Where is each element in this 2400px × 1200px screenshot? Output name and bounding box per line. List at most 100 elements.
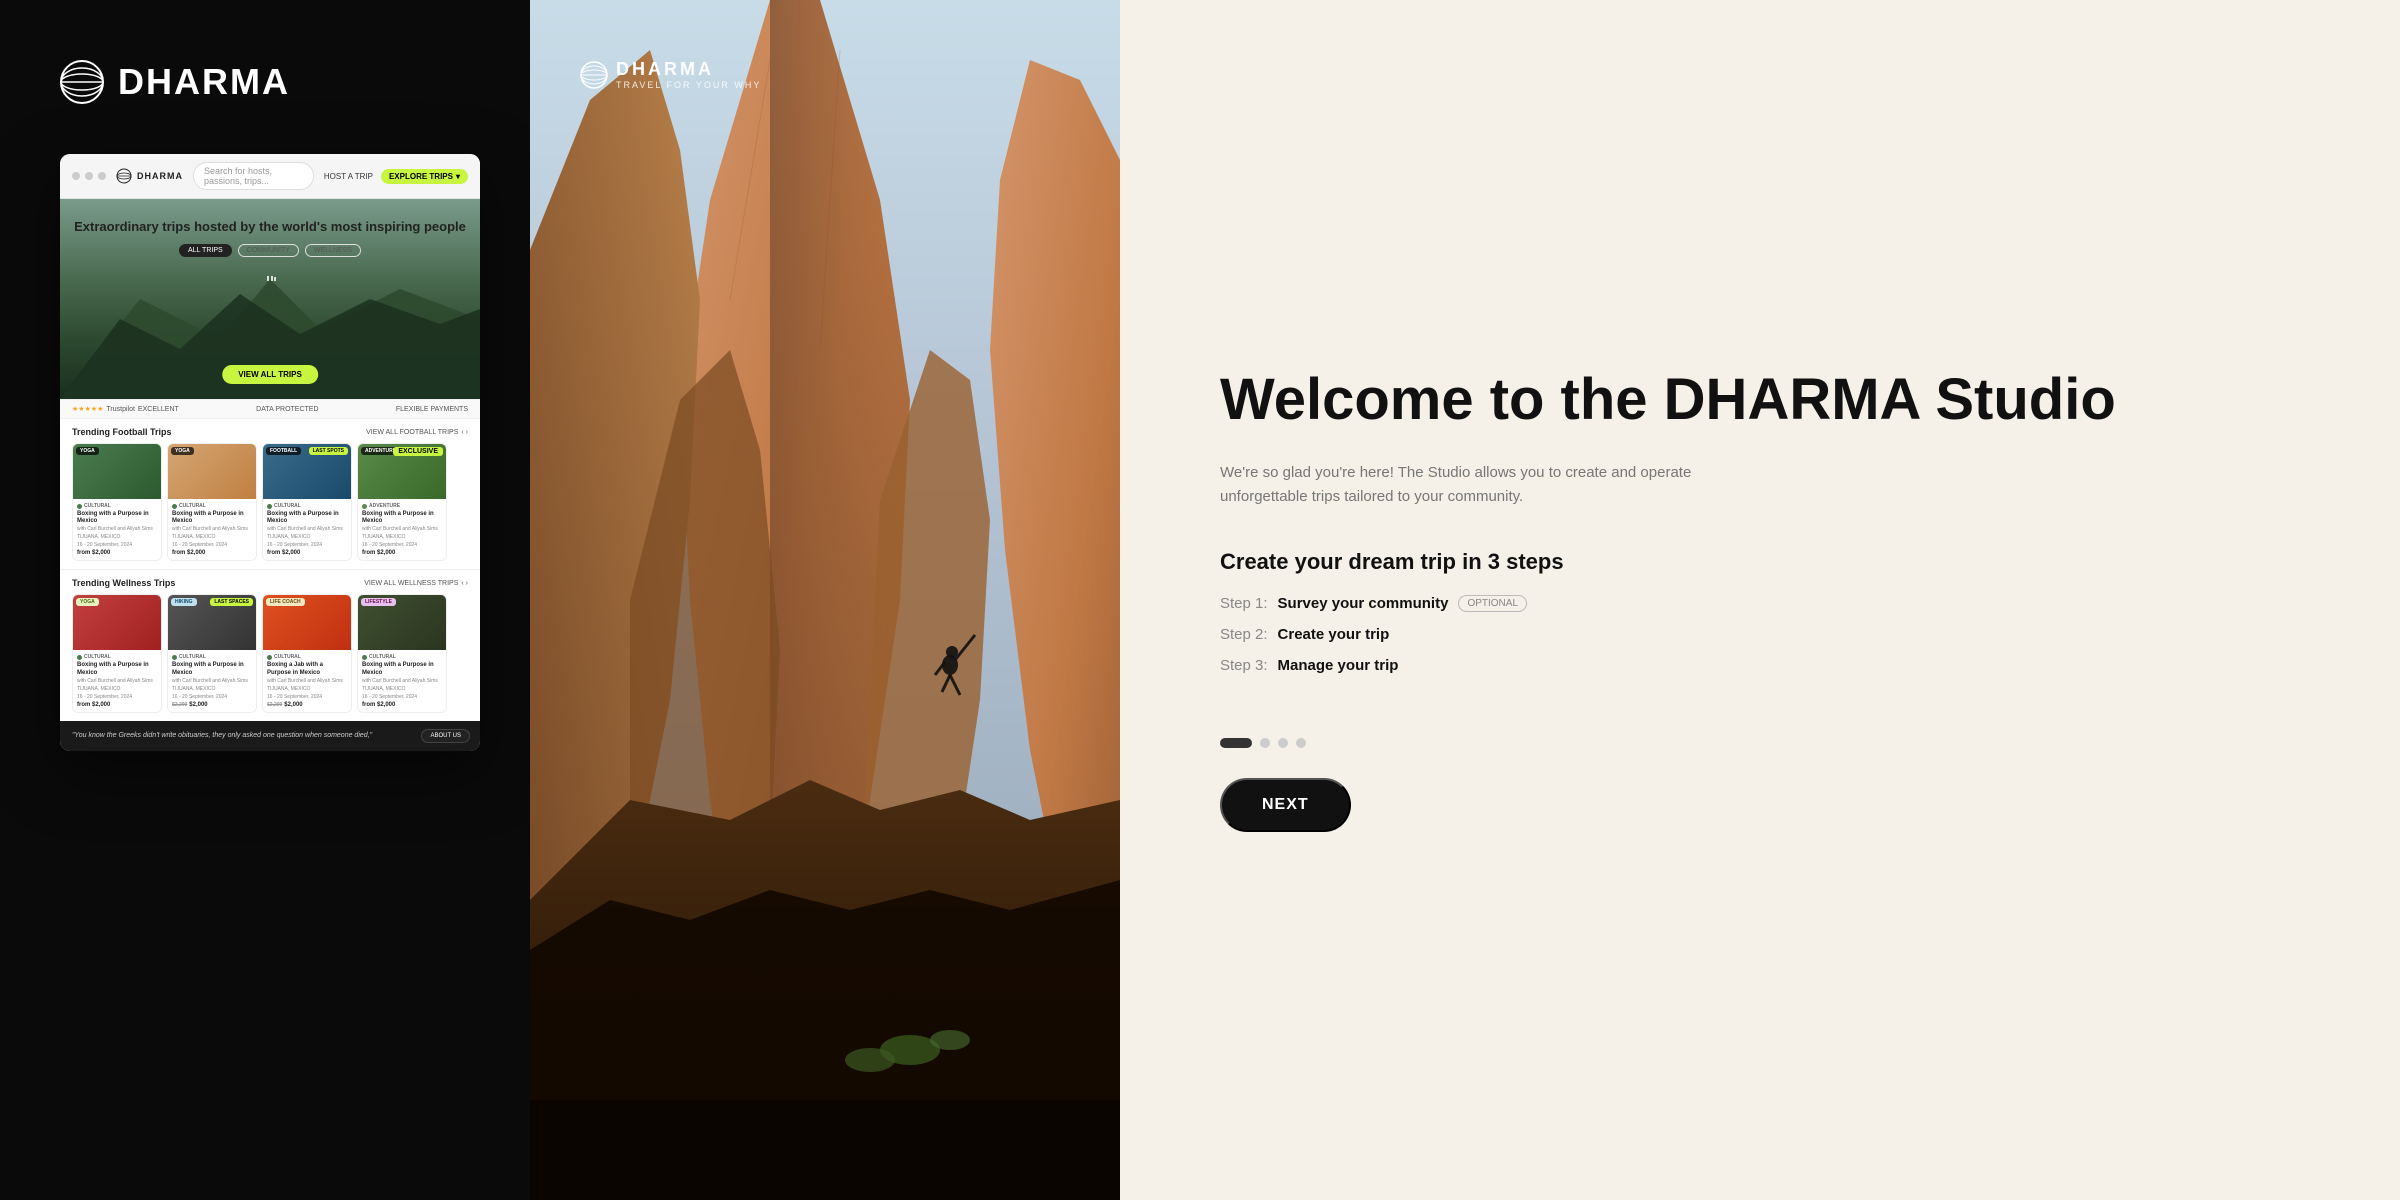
football-card-3: FOOTBALL LAST SPOTS CULTURAL Boxing with… [262,443,352,561]
football-card-2-price: from $2,000 [172,550,252,556]
football-card-1-name: Boxing with a Purpose in Mexico [77,511,157,525]
wellness-card-1-dates: 16 - 20 September, 2024 [77,694,157,700]
step-3-label: Step 3: [1220,657,1268,674]
filter-community[interactable]: COMMUNITY [238,244,299,257]
bottom-quote: "You know the Greeks didn't write obitua… [60,721,480,751]
wellness-card-1-info: CULTURAL Boxing with a Purpose in Mexico… [73,650,161,711]
wellness-category-dot-3 [267,655,272,660]
step-2-value: Create your trip [1278,626,1390,643]
wellness-section-title: Trending Wellness Trips [72,578,175,588]
wellness-category-dot-2 [172,655,177,660]
football-card-3-category: CULTURAL [267,503,347,509]
pagination-dot-4[interactable] [1296,738,1306,748]
football-card-4-exclusive: EXCLUSIVE [393,447,443,456]
football-card-2-location: TIJUANA, MEXICO [172,534,252,540]
wellness-card-3-badge: LIFE COACH [266,598,305,606]
football-card-1-badge: YOGA [76,447,99,455]
football-card-3-dates: 16 - 20 September, 2024 [267,542,347,548]
steps-title: Create your dream trip in 3 steps [1220,549,2300,575]
wellness-card-1-category: CULTURAL [77,654,157,660]
wellness-category-dot-4 [362,655,367,660]
browser-dharma-icon [116,168,132,184]
filter-wellness[interactable]: WELLNESS [305,244,361,257]
trust-stars: ★★★★★ [72,405,103,413]
filter-tabs: ALL TRIPS COMMUNITY WELLNESS [60,244,480,257]
studio-panel: Welcome to the DHARMA Studio We're so gl… [1120,0,2400,1200]
step-3: Step 3: Manage your trip [1220,657,2300,674]
wellness-card-3-location: TIJUANA, MEXICO [267,686,347,692]
wellness-card-2-info: CULTURAL Boxing with a Purpose in Mexico… [168,650,256,711]
wellness-section: Trending Wellness Trips VIEW ALL WELLNES… [60,569,480,720]
pagination-dots [1220,738,2300,748]
wellness-card-1-name: Boxing with a Purpose in Mexico [77,662,157,676]
football-card-1-dates: 16 - 20 September, 2024 [77,542,157,548]
step-1-value: Survey your community [1278,595,1449,612]
about-us-btn[interactable]: ABOUT US [421,729,470,743]
browser-window-controls [72,172,106,180]
football-card-2: YOGA CULTURAL Boxing with a Purpose in M… [167,443,257,561]
step-2: Step 2: Create your trip [1220,626,2300,643]
category-dot-3 [267,504,272,509]
wellness-card-1-price: from $2,000 [77,702,157,708]
trust-trustpilot: ★★★★★ Trustpilot EXCELLENT [72,405,179,413]
studio-description: We're so glad you're here! The Studio al… [1220,461,1740,509]
football-section-title: Trending Football Trips [72,427,172,437]
view-all-football[interactable]: VIEW ALL FOOTBALL TRIPS ‹ › [366,429,468,436]
trust-rating-label: Trustpilot [106,406,135,413]
wellness-card-1-host: with Carl Burchell and Aliyah Sims [77,678,157,684]
football-card-1-image: YOGA [73,444,161,499]
wellness-card-4-category: CULTURAL [362,654,442,660]
nav-explore-trips[interactable]: EXPLORE TRIPS ▾ [381,169,468,184]
hero-dharma-tagline: TRAVEL FOR YOUR WHY [616,80,761,90]
hero-dharma-logo: DHARMA TRAVEL FOR YOUR WHY [580,60,761,94]
hero-dharma-title: DHARMA [616,60,761,78]
pagination-dot-3[interactable] [1278,738,1288,748]
wellness-card-4-location: TIJUANA, MEXICO [362,686,442,692]
trust-data-protection: DATA PROTECTED [256,406,318,413]
football-card-3-location: TIJUANA, MEXICO [267,534,347,540]
wellness-card-2-name: Boxing with a Purpose in Mexico [172,662,252,676]
wellness-card-4-price: from $2,000 [362,702,442,708]
quote-text: "You know the Greeks didn't write obitua… [72,731,468,741]
category-dot-2 [172,504,177,509]
football-card-4-name: Boxing with a Purpose in Mexico [362,511,442,525]
wellness-card-1: YOGA CULTURAL Boxing with a Purpose in M… [72,594,162,712]
football-card-4: ADVENTURE EXCLUSIVE ADVENTURE Boxing wit… [357,443,447,561]
football-card-2-category: CULTURAL [172,503,252,509]
browser-dot-red [72,172,80,180]
dharma-logo-icon [60,60,104,104]
next-button[interactable]: NEXT [1220,778,1351,832]
wellness-card-1-image: YOGA [73,595,161,650]
view-all-wellness[interactable]: VIEW ALL WELLNESS TRIPS ‹ › [364,580,468,587]
football-card-1-info: CULTURAL Boxing with a Purpose in Mexico… [73,499,161,560]
nav-host-trip[interactable]: HOST A TRIP [324,172,373,181]
browser-search-bar[interactable]: Search for hosts, passions, trips... [193,162,314,190]
filter-all-trips[interactable]: ALL TRIPS [179,244,232,257]
football-card-2-host: with Carl Burchell and Aliyah Sims [172,526,252,532]
wellness-card-2-badge: HIKING [171,598,197,606]
mockup-hero-text: Extraordinary trips hosted by the world'… [60,219,480,257]
wellness-card-3-info: CULTURAL Boxing a Jab with a Purpose in … [263,650,351,711]
pagination-dot-2[interactable] [1260,738,1270,748]
wellness-category-dot-1 [77,655,82,660]
football-card-2-image: YOGA [168,444,256,499]
step-3-value: Manage your trip [1278,657,1399,674]
step-2-label: Step 2: [1220,626,1268,643]
wellness-card-3-dates: 16 - 20 September, 2024 [267,694,347,700]
view-all-trips-btn[interactable]: VIEW ALL TRIPS [222,365,318,384]
trust-excellent: EXCELLENT [138,406,179,413]
wellness-card-2: HIKING LAST SPACES CULTURAL Boxing with … [167,594,257,712]
step-1-optional-badge: OPTIONAL [1458,595,1527,612]
wellness-card-2-image: HIKING LAST SPACES [168,595,256,650]
wellness-card-2-location: TIJUANA, MEXICO [172,686,252,692]
wellness-card-4: LIFESTYLE CULTURAL Boxing with a Purpose… [357,594,447,712]
wellness-card-1-badge: YOGA [76,598,99,606]
pagination-dot-1[interactable] [1220,738,1252,748]
football-section-header: Trending Football Trips VIEW ALL FOOTBAL… [72,427,468,437]
football-card-3-name: Boxing with a Purpose in Mexico [267,511,347,525]
wellness-card-3-name: Boxing a Jab with a Purpose in Mexico [267,662,347,676]
wellness-card-3: LIFE COACH CULTURAL Boxing a Jab with a … [262,594,352,712]
hero-image-panel: DHARMA TRAVEL FOR YOUR WHY [530,0,1120,1200]
step-1: Step 1: Survey your community OPTIONAL [1220,595,2300,612]
wellness-card-2-host: with Carl Burchell and Aliyah Sims [172,678,252,684]
